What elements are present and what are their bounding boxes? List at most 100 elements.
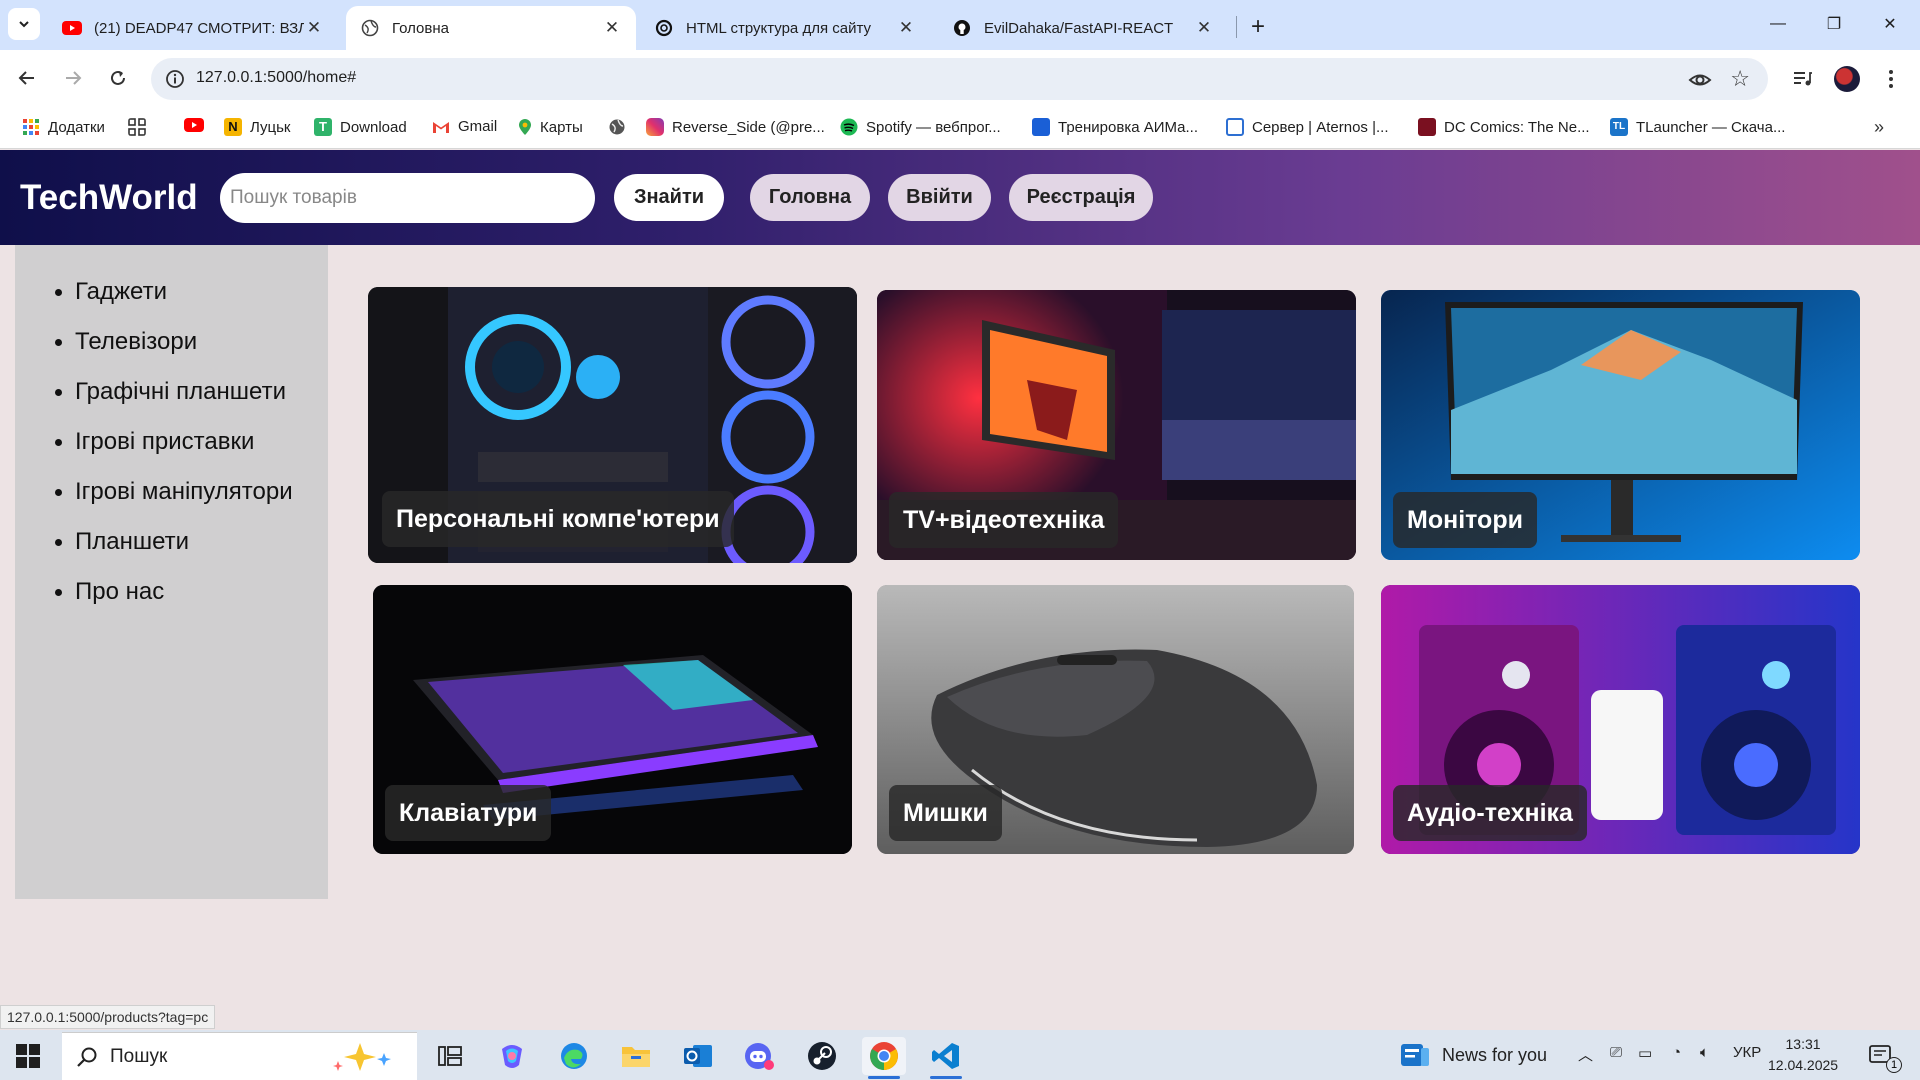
apps-grid-icon <box>23 119 39 135</box>
bookmark-download[interactable]: T Download <box>314 118 407 136</box>
site-info-icon[interactable] <box>165 69 185 89</box>
taskbar-chrome[interactable] <box>862 1037 906 1079</box>
profile-button[interactable] <box>1832 64 1862 94</box>
eye-icon[interactable] <box>1688 68 1712 92</box>
close-icon[interactable]: ✕ <box>602 18 622 38</box>
taskbar-outlook[interactable] <box>676 1037 720 1075</box>
nav-home-button[interactable]: Головна <box>750 174 870 221</box>
new-tab-button[interactable]: + <box>1244 13 1272 41</box>
bookmark-youtube[interactable] <box>184 118 212 132</box>
media-control-button[interactable] <box>1788 64 1818 94</box>
nav-register-button[interactable]: Реєстрація <box>1009 174 1153 221</box>
search-input[interactable] <box>220 173 595 223</box>
taskbar-copilot[interactable] <box>490 1037 534 1075</box>
close-window-button[interactable]: ✕ <box>1862 0 1918 48</box>
sidebar-item-about[interactable]: Про нас <box>15 567 328 617</box>
battery-icon[interactable]: ▭ <box>1638 1044 1652 1062</box>
tab-github[interactable]: EvilDahaka/FastAPI-REACT ✕ <box>938 6 1228 50</box>
outlook-icon <box>684 1045 712 1067</box>
taskbar-clock[interactable]: 13:31 12.04.2025 <box>1768 1034 1838 1076</box>
sidebar-item-gadgets[interactable]: Гаджети <box>15 267 328 317</box>
youtube-icon <box>62 18 82 38</box>
bookmark-spotify[interactable]: Spotify — вебпрог... <box>840 118 1001 136</box>
taskbar-discord[interactable] <box>738 1037 782 1075</box>
playlist-icon <box>1794 72 1812 86</box>
volume-icon[interactable]: 🔈︎ <box>1700 1044 1709 1061</box>
card-label: Аудіо-техніка <box>1393 785 1587 841</box>
bookmarks-overflow-icon[interactable]: » <box>1874 117 1884 138</box>
search-button[interactable]: Знайти <box>614 174 724 221</box>
bookmark-dc[interactable]: DC Comics: The Ne... <box>1418 118 1590 136</box>
bookmark-label: TLauncher — Скача... <box>1636 118 1786 136</box>
taskbar-notifications[interactable]: 1 <box>1860 1037 1904 1075</box>
sidebar-item-tablets[interactable]: Планшети <box>15 517 328 567</box>
sidebar-item-controllers[interactable]: Ігрові маніпулятори <box>15 467 328 517</box>
back-button[interactable] <box>12 63 42 93</box>
bookmark-lutsk[interactable]: N Луцьк <box>224 118 290 136</box>
sidebar-item-tv[interactable]: Телевізори <box>15 317 328 367</box>
site-logo[interactable]: TechWorld <box>20 178 198 218</box>
bookmark-star-icon[interactable]: ☆ <box>1730 66 1750 92</box>
bookmark-gmail[interactable]: Gmail <box>432 118 497 135</box>
close-icon[interactable]: ✕ <box>896 18 916 38</box>
sidebar-item-consoles[interactable]: Ігрові приставки <box>15 417 328 467</box>
bookmark-apps[interactable]: Додатки <box>22 118 105 136</box>
close-icon[interactable]: ✕ <box>1194 18 1214 38</box>
tray-overflow-icon[interactable]: ︿ <box>1578 1044 1593 1065</box>
arrow-right-icon <box>66 71 82 85</box>
tab-chatgpt[interactable]: HTML структура для сайту ✕ <box>640 6 930 50</box>
windows-taskbar: Пошук News for you ︿ ⎚ ▭ ◔ 🔈︎ УКР 13:31 … <box>0 1030 1920 1080</box>
tab-youtube[interactable]: (21) DEADP47 СМОТРИТ: ВЗЛЕ ✕ <box>48 6 338 50</box>
taskbar-news-widget[interactable]: News for you <box>1400 1042 1547 1068</box>
close-icon[interactable]: ✕ <box>304 18 324 38</box>
category-card-mice[interactable]: Мишки <box>877 585 1354 854</box>
category-card-monitors[interactable]: Монітори <box>1381 290 1860 560</box>
category-list: Гаджети Телевізори Графічні планшети Ігр… <box>15 245 328 617</box>
restore-button[interactable]: ❐ <box>1806 0 1862 48</box>
minimize-button[interactable]: — <box>1750 0 1806 48</box>
category-card-keyboards[interactable]: Клавіатури <box>373 585 852 854</box>
taskbar-edge[interactable] <box>552 1037 596 1075</box>
reload-button[interactable] <box>103 63 133 93</box>
bookmark-maps[interactable]: Карты <box>518 118 583 136</box>
notification-count: 1 <box>1886 1057 1902 1073</box>
globe-icon <box>360 18 380 38</box>
bookmark-aternos[interactable]: Сервер | Aternos |... <box>1226 118 1389 136</box>
tab-title: HTML структура для сайту <box>686 19 871 37</box>
kebab-menu-icon <box>1889 70 1893 88</box>
tab-home[interactable]: Головна ✕ <box>346 6 636 50</box>
aternos-icon <box>1226 118 1244 136</box>
tab-search-button[interactable] <box>8 8 40 40</box>
bookmark-grid[interactable] <box>128 118 154 136</box>
nav-login-button[interactable]: Ввійти <box>888 174 991 221</box>
bookmark-tlauncher[interactable]: TL TLauncher — Скача... <box>1610 118 1785 136</box>
category-sidebar: Гаджети Телевізори Графічні планшети Ігр… <box>15 245 328 899</box>
wifi-icon[interactable]: ◔ <box>1672 1044 1681 1061</box>
taskbar-vscode[interactable] <box>924 1037 968 1079</box>
input-language[interactable]: УКР <box>1733 1044 1761 1061</box>
taskbar-file-explorer[interactable] <box>614 1037 658 1075</box>
dc-icon <box>1418 118 1436 136</box>
taskbar-search-label: Пошук <box>110 1046 168 1067</box>
bookmark-aim[interactable]: Тренировка АИМа... <box>1032 118 1198 136</box>
category-card-pc[interactable]: Персональні компе'ютери <box>368 287 857 563</box>
url-text[interactable]: 127.0.0.1:5000/home# <box>196 69 356 87</box>
taskbar-steam[interactable] <box>800 1037 844 1075</box>
youtube-icon <box>184 118 204 132</box>
taskbar-task-view[interactable] <box>428 1037 472 1075</box>
forward-button[interactable] <box>58 63 88 93</box>
sidebar-item-graphic-tablets[interactable]: Графічні планшети <box>15 367 328 417</box>
bookmark-label: Тренировка АИМа... <box>1058 118 1199 136</box>
steam-icon <box>808 1042 836 1070</box>
bookmark-globe[interactable] <box>608 118 634 136</box>
category-card-tv[interactable]: TV+відеотехніка <box>877 290 1356 560</box>
menu-button[interactable] <box>1876 64 1906 94</box>
category-card-audio[interactable]: Аудіо-техніка <box>1381 585 1860 854</box>
discord-icon <box>745 1043 774 1070</box>
bookmark-instagram[interactable]: Reverse_Side (@pre... <box>646 118 825 136</box>
address-bar[interactable]: 127.0.0.1:5000/home# ☆ <box>151 58 1768 100</box>
card-label: Монітори <box>1393 492 1537 548</box>
windows-start-icon[interactable] <box>16 1044 40 1068</box>
taskbar-search[interactable]: Пошук <box>62 1032 417 1080</box>
meet-now-icon[interactable]: ⎚ <box>1610 1044 1622 1061</box>
